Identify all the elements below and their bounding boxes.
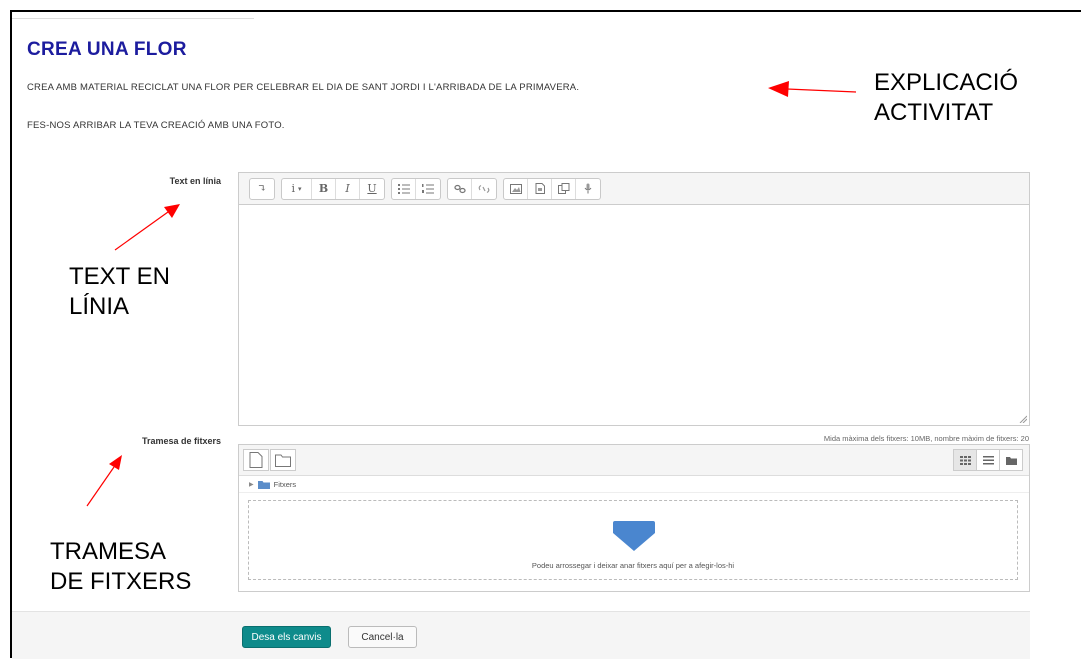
folder-name: Fitxers (273, 479, 297, 489)
list-view-icon (982, 455, 994, 464)
unlink-icon (478, 184, 490, 193)
toolbar-group-links (447, 177, 497, 200)
annotation-explanation-line2: ACTIVITAT (874, 99, 994, 126)
bold-button[interactable]: B (312, 178, 336, 199)
annotation-online-text: TEXT EN LÍNIA (69, 262, 170, 322)
toolbar-group-format: i ▾ B I U (281, 177, 385, 200)
image-icon (509, 183, 522, 194)
annotation-online-text-line2: LÍNIA (69, 293, 130, 320)
resize-handle-icon[interactable] (1019, 415, 1027, 423)
files-icon (557, 183, 569, 194)
view-list-button[interactable] (976, 449, 1000, 471)
drop-hint-text: Podeu arrossegar i deixar anar fitxers a… (531, 561, 735, 570)
download-arrow-icon (613, 521, 655, 551)
save-changes-button[interactable]: Desa els canvis (242, 626, 331, 648)
underline-button[interactable]: U (360, 179, 384, 199)
media-file-icon (535, 183, 545, 194)
numbered-list-icon (422, 183, 434, 193)
grid-view-icon (959, 455, 971, 465)
file-submission-label: Tramesa de fitxers (141, 436, 221, 446)
file-manager: ▶ Fitxers Podeu arrossegar i deixar anar… (238, 444, 1030, 592)
add-file-button[interactable] (243, 449, 269, 471)
new-folder-icon (275, 454, 291, 467)
toolbar-group-media (503, 177, 601, 200)
view-tree-button[interactable] (999, 449, 1023, 471)
manage-files-button[interactable] (552, 178, 576, 199)
paragraph-style-button[interactable]: i ▾ (282, 178, 312, 199)
chevron-down-icon: ▾ (298, 184, 302, 193)
ordered-list-button[interactable] (416, 179, 440, 199)
annotation-online-text-line1: TEXT EN (69, 263, 170, 290)
top-divider (12, 18, 254, 19)
insert-image-button[interactable] (504, 178, 528, 199)
collapse-button[interactable]: ↴ (250, 179, 274, 199)
online-text-label: Text en línia (169, 176, 221, 186)
activity-description: CREA AMB MATERIAL RECICLAT UNA FLOR PER … (27, 82, 580, 93)
toolbar-group-lists (391, 177, 441, 200)
expand-arrow-icon: ▶ (249, 481, 254, 488)
editor-toolbar: ↴ i ▾ B I U (239, 173, 1029, 205)
annotation-file-submission: TRAMESA DE FITXERS (50, 537, 191, 597)
annotation-explanation: EXPLICACIÓ ACTIVITAT (874, 68, 1018, 128)
folder-view-icon (1005, 456, 1017, 465)
online-text-editor[interactable]: ↴ i ▾ B I U (238, 172, 1030, 426)
info-icon: i (291, 182, 295, 195)
activity-instruction: FES-NOS ARRIBAR LA TEVA CREACIÓ AMB UNA … (27, 120, 285, 131)
view-icons-button[interactable] (953, 449, 977, 471)
folder-path[interactable]: ▶ Fitxers (239, 476, 1029, 493)
new-file-icon (249, 452, 263, 468)
link-button[interactable] (448, 178, 472, 199)
bullet-list-icon (397, 183, 410, 194)
folder-icon (257, 480, 270, 489)
activity-title: CREA UNA FLOR (27, 39, 187, 60)
unordered-list-button[interactable] (392, 178, 416, 199)
italic-button[interactable]: I (336, 178, 360, 199)
link-icon (453, 184, 466, 193)
form-footer: Desa els canvis Cancel·la (12, 611, 1030, 659)
create-folder-button[interactable] (270, 449, 296, 471)
unlink-button[interactable] (472, 179, 496, 199)
microphone-icon (584, 183, 592, 194)
toolbar-group-collapse: ↴ (249, 177, 275, 200)
annotation-explanation-line1: EXPLICACIÓ (874, 69, 1019, 96)
annotation-file-submission-line2: DE FITXERS (50, 568, 192, 595)
insert-media-button[interactable] (528, 178, 552, 199)
file-manager-toolbar (239, 445, 1029, 476)
file-drop-zone[interactable]: Podeu arrossegar i deixar anar fitxers a… (248, 500, 1018, 580)
annotation-file-submission-line1: TRAMESA (50, 538, 167, 565)
file-limits-text: Mida màxima dels fitxers: 10MB, nombre m… (823, 434, 1029, 443)
cancel-button[interactable]: Cancel·la (348, 626, 417, 648)
record-audio-button[interactable] (576, 179, 600, 199)
view-switcher (953, 449, 1023, 471)
